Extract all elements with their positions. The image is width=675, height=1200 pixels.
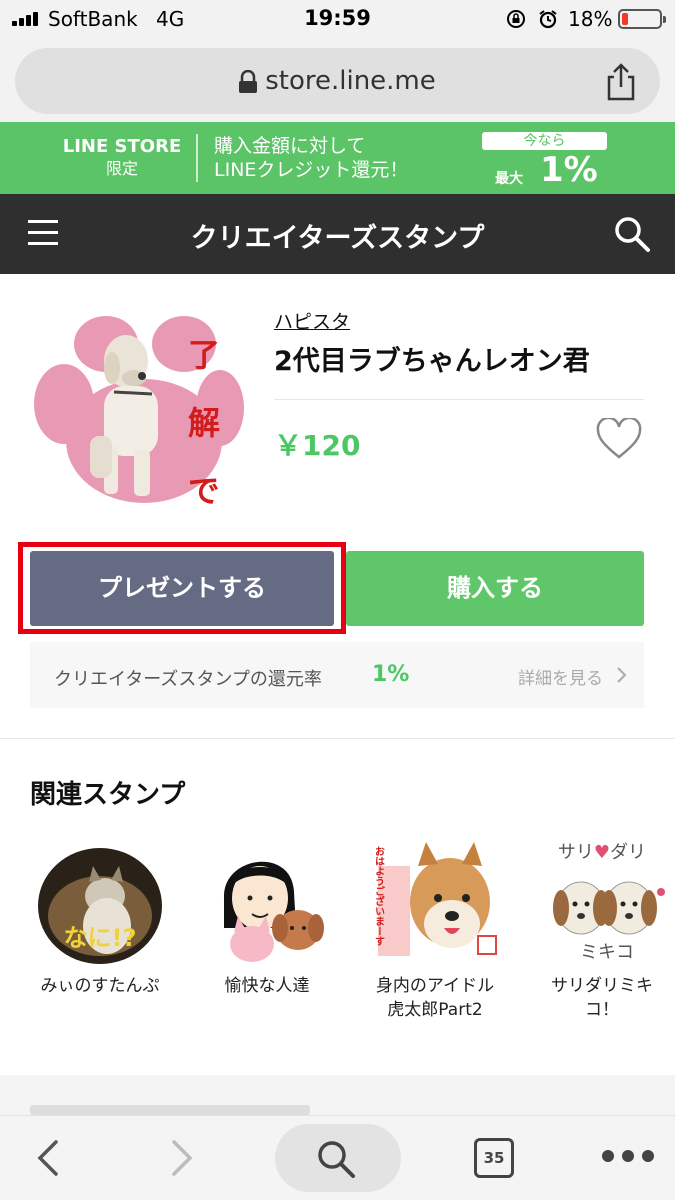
- promo-percent: 1%: [540, 150, 598, 190]
- heart-icon[interactable]: [596, 418, 642, 460]
- price: ￥120: [274, 429, 361, 462]
- related-sticker-image: おはようございまーす: [373, 842, 498, 962]
- promo-banner[interactable]: LINE STORE 限定 購入金額に対して LINEクレジット還元！ 今なら …: [0, 122, 675, 194]
- next-section-peek: [0, 1075, 675, 1115]
- related-sticker-image: サリ♥ダリ ミキコ: [553, 842, 665, 963]
- related-title: 関連スタンプ: [30, 780, 186, 810]
- rebate-percent: 1%: [372, 662, 410, 687]
- related-item-label: 愉快な人達: [224, 976, 310, 996]
- more-icon[interactable]: [602, 1150, 654, 1164]
- battery-percent: 18%: [568, 7, 613, 31]
- page-title: クリエイターズスタンプ: [190, 223, 485, 254]
- sticker-text: 了解です: [183, 338, 221, 506]
- address-bar[interactable]: store.line.me: [15, 48, 660, 114]
- promo-brand: LINE STORE 限定: [62, 136, 182, 178]
- divider: [274, 399, 644, 400]
- rebate-row[interactable]: クリエイターズスタンプの還元率 1% 詳細を見る: [30, 642, 644, 708]
- rebate-label: クリエイターズスタンプの還元率: [54, 669, 322, 690]
- browser-toolbar: 35: [0, 1115, 675, 1200]
- share-icon[interactable]: [603, 62, 639, 102]
- svg-text:ミキコ: ミキコ: [580, 942, 634, 963]
- sticker-preview-image: 了解です: [34, 316, 244, 506]
- promo-message: 購入金額に対して LINEクレジット還元！: [214, 135, 409, 181]
- nav-bar: クリエイターズスタンプ: [0, 194, 675, 274]
- url-text: store.line.me: [265, 66, 436, 96]
- battery-icon: [618, 9, 666, 29]
- related-item-4[interactable]: サリ♥ダリ ミキコ サリダリミキ コ！: [527, 832, 675, 1032]
- promo-divider: [196, 134, 198, 182]
- toolbar-search-button[interactable]: [275, 1124, 401, 1192]
- tabs-button[interactable]: 35: [474, 1138, 514, 1178]
- search-icon[interactable]: [612, 214, 652, 254]
- gift-button[interactable]: プレゼントする: [30, 551, 334, 626]
- section-divider: [0, 738, 675, 739]
- related-item-2[interactable]: 愉快な人達: [192, 832, 342, 1032]
- related-sticker-image: なに!?: [38, 848, 162, 964]
- alarm-icon: [539, 10, 557, 29]
- browser-url-area: store.line.me: [0, 40, 675, 122]
- product-title: 2代目ラブちゃんレオン君: [274, 346, 590, 377]
- svg-text:サリ♥ダリ: サリ♥ダリ: [558, 842, 646, 863]
- chevron-right-icon: [617, 667, 627, 683]
- creator-link[interactable]: ハピスタ: [274, 307, 350, 334]
- status-bar: SoftBank 4G 19:59 18%: [0, 0, 675, 40]
- promo-max-label: 最大: [495, 171, 523, 187]
- related-item-3[interactable]: おはようございまーす 身内のアイドル 虎太郎Part2: [360, 832, 510, 1032]
- search-icon: [318, 1141, 355, 1178]
- related-item-label: サリダリミキ コ！: [551, 976, 653, 1020]
- back-icon[interactable]: [34, 1138, 62, 1178]
- related-item-label: みぃのすたんぷ: [40, 976, 160, 996]
- svg-text:おはようございまーす: おはようございまーす: [373, 846, 385, 946]
- forward-icon[interactable]: [168, 1138, 196, 1178]
- promo-tag: 今なら: [482, 132, 607, 150]
- buy-button[interactable]: 購入する: [346, 551, 644, 626]
- related-item-label: 身内のアイドル 虎太郎Part2: [375, 976, 495, 1020]
- related-item-1[interactable]: なに!? みぃのすたんぷ: [25, 832, 175, 1032]
- svg-text:なに!?: なに!?: [64, 924, 137, 952]
- related-sticker-image: [223, 861, 324, 962]
- details-link[interactable]: 詳細を見る: [518, 664, 603, 689]
- rotation-lock-icon: [507, 10, 525, 28]
